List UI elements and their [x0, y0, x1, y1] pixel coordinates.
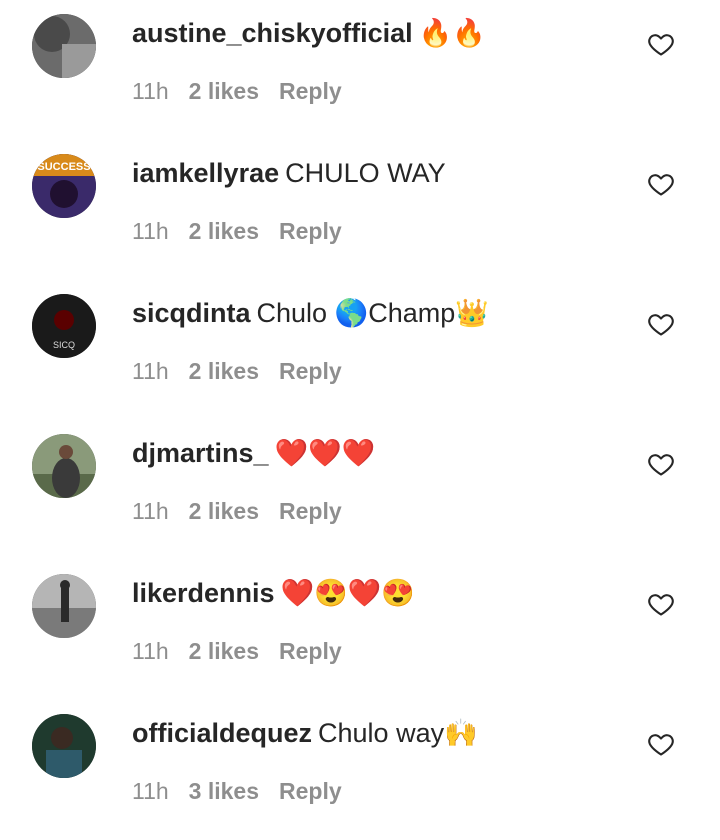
svg-text:SUCCESS: SUCCESS: [37, 161, 90, 173]
comment-username[interactable]: austine_chiskyofficial: [132, 18, 413, 48]
comment-text-line: iamkellyrae CHULO WAY: [132, 154, 446, 192]
comment-time: 11h: [132, 218, 169, 244]
comment-likes[interactable]: 2 likes: [189, 218, 259, 244]
comment-username[interactable]: officialdequez: [132, 718, 312, 748]
reply-button[interactable]: Reply: [279, 358, 342, 384]
comment-item: officialdequez Chulo way🙌 11h 3 likes Reply: [0, 700, 720, 840]
comment-meta: 11h 2 likes Reply: [132, 214, 362, 248]
comment-body: Chulo way🙌: [318, 718, 478, 748]
avatar[interactable]: [32, 574, 96, 638]
comment-text-line: austine_chiskyofficial 🔥🔥: [132, 14, 486, 52]
avatar[interactable]: [32, 714, 96, 778]
comment-body: ❤️❤️❤️: [274, 438, 376, 468]
comment-username[interactable]: sicqdinta: [132, 298, 251, 328]
comment-meta: 11h 2 likes Reply: [132, 354, 362, 388]
comment-item: djmartins_ ❤️❤️❤️ 11h 2 likes Reply: [0, 420, 720, 560]
comment-time: 11h: [132, 358, 169, 384]
comment-text-line: djmartins_ ❤️❤️❤️: [132, 434, 375, 472]
reply-button[interactable]: Reply: [279, 778, 342, 804]
comment-time: 11h: [132, 778, 169, 804]
comment-username[interactable]: iamkellyrae: [132, 158, 279, 188]
comment-likes[interactable]: 2 likes: [189, 638, 259, 664]
reply-button[interactable]: Reply: [279, 218, 342, 244]
heart-outline-icon[interactable]: [647, 170, 675, 198]
comment-body: Chulo 🌎Champ👑: [256, 298, 489, 328]
comment-meta: 11h 3 likes Reply: [132, 774, 362, 808]
comment-text-line: sicqdinta Chulo 🌎Champ👑: [132, 294, 489, 332]
avatar[interactable]: [32, 434, 96, 498]
comment-body: CHULO WAY: [285, 158, 446, 188]
comment-text-line: likerdennis ❤️😍❤️😍: [132, 574, 415, 612]
comment-likes[interactable]: 2 likes: [189, 498, 259, 524]
comment-time: 11h: [132, 78, 169, 104]
comment-item: likerdennis ❤️😍❤️😍 11h 2 likes Reply: [0, 560, 720, 700]
comment-meta: 11h 2 likes Reply: [132, 494, 362, 528]
reply-button[interactable]: Reply: [279, 498, 342, 524]
comment-likes[interactable]: 2 likes: [189, 358, 259, 384]
heart-outline-icon[interactable]: [647, 310, 675, 338]
avatar[interactable]: SICQ: [32, 294, 96, 358]
avatar[interactable]: [32, 14, 96, 78]
comment-list: austine_chiskyofficial 🔥🔥 11h 2 likes Reply…: [0, 0, 720, 804]
comment-item: austine_chiskyofficial 🔥🔥 11h 2 likes Reply: [0, 0, 720, 140]
comment-time: 11h: [132, 498, 169, 524]
comment-likes[interactable]: 3 likes: [189, 778, 259, 804]
reply-button[interactable]: Reply: [279, 78, 342, 104]
heart-outline-icon[interactable]: [647, 730, 675, 758]
comment-time: 11h: [132, 638, 169, 664]
heart-outline-icon[interactable]: [647, 590, 675, 618]
heart-outline-icon[interactable]: [647, 450, 675, 478]
comment-item: SUCCESS iamkellyrae CHULO WAY 11h 2 likes R…: [0, 140, 720, 280]
svg-text:SICQ: SICQ: [53, 340, 75, 350]
comment-body: 🔥🔥: [418, 18, 486, 48]
comment-meta: 11h 2 likes Reply: [132, 74, 362, 108]
comment-username[interactable]: djmartins_: [132, 438, 269, 468]
reply-button[interactable]: Reply: [279, 638, 342, 664]
comment-text-line: officialdequez Chulo way🙌: [132, 714, 478, 752]
avatar[interactable]: SUCCESS: [32, 154, 96, 218]
comment-likes[interactable]: 2 likes: [189, 78, 259, 104]
comment-username[interactable]: likerdennis: [132, 578, 275, 608]
comment-item: SICQ sicqdinta Chulo 🌎Champ👑 11h 2 likes Re…: [0, 280, 720, 420]
comment-body: ❤️😍❤️😍: [280, 578, 416, 608]
comment-meta: 11h 2 likes Reply: [132, 634, 362, 668]
heart-outline-icon[interactable]: [647, 30, 675, 58]
